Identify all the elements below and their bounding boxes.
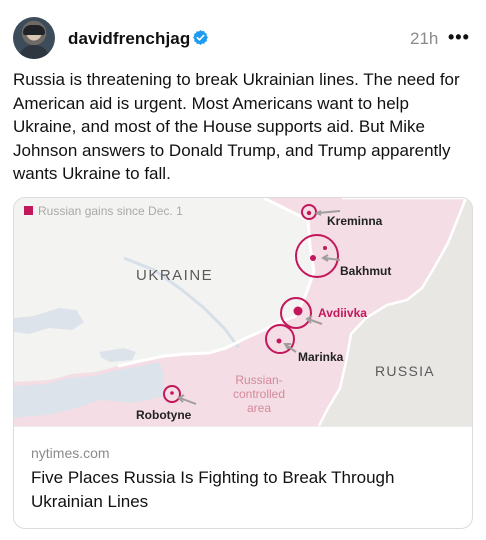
map-label-robotyne: Robotyne — [136, 408, 192, 422]
avatar-cap — [23, 25, 45, 35]
post: davidfrenchjag 21h ••• Russia is threate… — [0, 0, 486, 540]
link-headline[interactable]: Five Places Russia Is Fighting to Break … — [31, 466, 431, 514]
avatar-shirt — [19, 45, 49, 59]
link-card[interactable]: Russian gains since Dec. 1 UKRAINE RUSSI… — [13, 197, 473, 529]
post-timestamp: 21h — [410, 29, 439, 48]
card-divider — [14, 426, 472, 427]
post-body: Russia is threatening to break Ukrainian… — [13, 70, 460, 183]
map-label-marinka: Marinka — [298, 350, 344, 364]
map-label-ukraine: UKRAINE — [136, 267, 214, 284]
map-label-kreminna: Kreminna — [327, 214, 383, 228]
username[interactable]: davidfrenchjag — [68, 29, 190, 49]
map-legend-text: Russian gains since Dec. 1 — [38, 204, 183, 218]
map-label-controlled-area: Russian-controlled area — [232, 373, 286, 415]
verified-badge-icon — [193, 30, 208, 45]
link-domain: nytimes.com — [31, 445, 110, 461]
map-label-russia: RUSSIA — [375, 363, 435, 379]
map-label-bakhmut: Bakhmut — [340, 264, 392, 278]
avatar[interactable] — [13, 17, 55, 59]
legend-swatch — [24, 206, 33, 215]
map-label-avdiivka: Avdiivka — [318, 306, 367, 320]
more-options-icon[interactable]: ••• — [448, 27, 470, 48]
map-legend: Russian gains since Dec. 1 — [24, 204, 183, 218]
